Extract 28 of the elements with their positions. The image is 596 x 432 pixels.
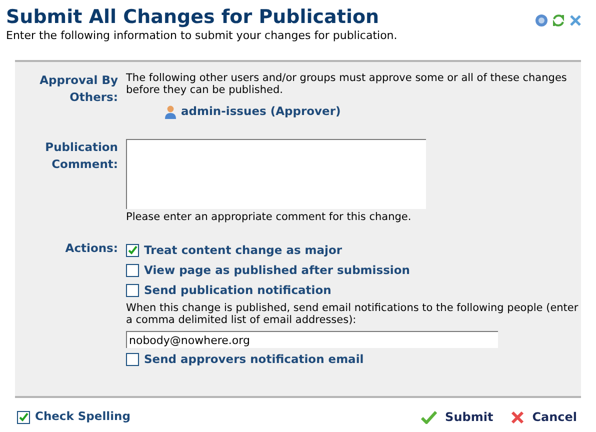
refresh-icon[interactable]	[552, 14, 565, 27]
user-icon	[164, 104, 177, 119]
checkbox-label[interactable]: Treat content change as major	[144, 242, 342, 259]
page-subtitle: Enter the following information to submit your changes for publication.	[5, 29, 398, 43]
approval-text: The following other users and/or groups must approve some or all of these changes before they can be published.	[126, 72, 568, 96]
email-field[interactable]: nobody@nowhere.org	[126, 331, 498, 348]
cross-icon	[511, 410, 524, 424]
checkbox-label[interactable]: Send approvers notification email	[144, 350, 364, 368]
checkbox-label[interactable]: View page as published after submission	[144, 262, 410, 279]
check-icon	[421, 410, 438, 424]
approver-name: admin-issues (Approver)	[181, 103, 341, 120]
field-label: Publication Comment:	[44, 139, 119, 174]
cancel-button[interactable]: Cancel	[511, 408, 577, 426]
submit-button[interactable]: Submit	[421, 408, 494, 426]
checkbox-label[interactable]: Send publication notification	[144, 282, 332, 299]
notification-note: When this change is published, send email notifications to the following people (enter a comma delimited list of email addresses):	[126, 302, 580, 326]
checkbox-label[interactable]: Check Spelling	[35, 408, 130, 426]
checkbox[interactable]	[126, 264, 139, 277]
checkbox[interactable]	[17, 410, 30, 424]
close-icon[interactable]	[569, 14, 582, 27]
field-label: Approval By Others:	[38, 72, 119, 106]
comment-field[interactable]	[126, 139, 426, 210]
checkbox[interactable]	[126, 352, 139, 366]
field-label: Actions:	[64, 240, 119, 258]
checkbox[interactable]	[126, 244, 139, 257]
page-title: Submit All Changes for Publication	[6, 5, 380, 29]
comment-hint: Please enter an appropriate comment for this change.	[126, 210, 412, 224]
checkbox[interactable]	[126, 284, 139, 297]
